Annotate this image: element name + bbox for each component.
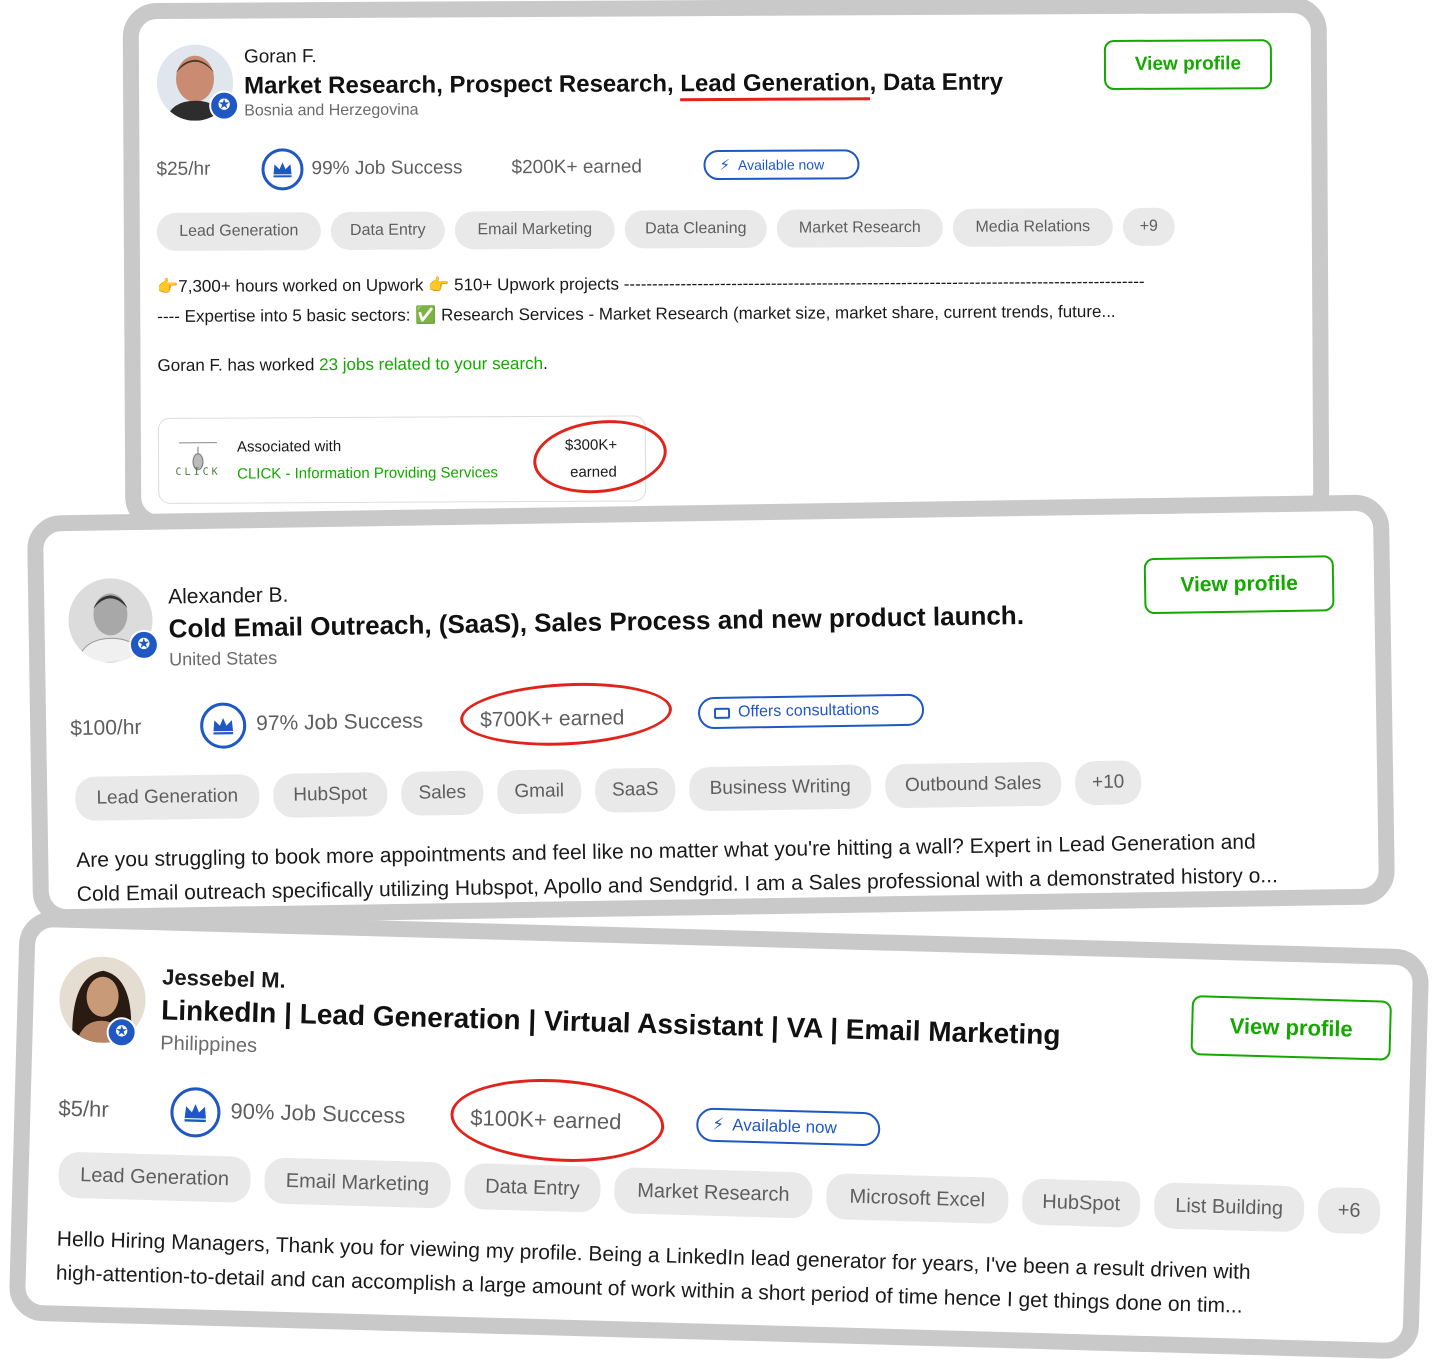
title-highlight-lead-generation: Lead Generation (680, 69, 870, 102)
availability-badge: ⚡ Available now (703, 149, 860, 181)
avatar[interactable]: ✪ (58, 955, 147, 1048)
skill-tag[interactable]: Business Writing (688, 764, 872, 812)
verified-badge-icon: ✪ (209, 90, 240, 121)
jobs-related-text: Goran F. has worked 23 jobs related to y… (157, 353, 548, 375)
freelancer-name[interactable]: Alexander B. (168, 584, 289, 610)
profile-description-line: Cold Email outreach specifically utilizi… (76, 864, 1278, 906)
hourly-rate: $25/hr (156, 158, 211, 180)
skill-tag[interactable]: Data Cleaning (624, 209, 767, 249)
skill-tag[interactable]: Gmail (496, 769, 582, 815)
freelancer-title: Cold Email Outreach, (SaaS), Sales Proce… (168, 600, 1025, 644)
avatar[interactable]: ✪ (67, 577, 160, 664)
skill-tag[interactable]: Data Entry (463, 1162, 602, 1213)
total-earned: $700K+ earned (479, 706, 625, 732)
agency-logo: CLICK (173, 435, 223, 485)
freelancer-title: Market Research, Prospect Research, Lead… (243, 68, 1004, 102)
freelancer-location: Philippines (160, 1032, 258, 1058)
skill-tag[interactable]: List Building (1153, 1182, 1305, 1233)
lightning-icon: ⚡ (712, 1114, 725, 1135)
skill-tag[interactable]: Market Research (776, 208, 943, 248)
skill-tag[interactable]: Lead Generation (57, 1151, 252, 1203)
hourly-rate: $100/hr (70, 715, 142, 741)
freelancer-card-alexander: ✪ Alexander B. Cold Email Outreach, (Saa… (26, 494, 1396, 926)
skill-tag[interactable]: Sales (400, 770, 484, 816)
lightning-icon: ⚡ (719, 156, 731, 175)
associated-with-label: Associated with (236, 438, 342, 456)
skill-tag[interactable]: Market Research (613, 1167, 813, 1219)
skill-tag[interactable]: Email Marketing (454, 210, 615, 250)
verified-badge-icon: ✪ (128, 629, 160, 661)
jobs-related-link[interactable]: 23 jobs related to your search (319, 354, 543, 374)
skill-tag[interactable]: SaaS (594, 767, 676, 813)
profile-description-line: ---- Expertise into 5 basic sectors: ✅ R… (157, 301, 1116, 326)
skill-tag[interactable]: Lead Generation (74, 774, 260, 821)
more-skills-tag[interactable]: +9 (1122, 207, 1175, 246)
total-earned: $200K+ earned (511, 156, 643, 179)
skill-tag[interactable]: Microsoft Excel (825, 1173, 1009, 1225)
skill-tag[interactable]: Outbound Sales (884, 761, 1062, 809)
skill-tag[interactable]: HubSpot (272, 772, 388, 818)
skill-tag[interactable]: HubSpot (1021, 1178, 1141, 1228)
freelancer-name[interactable]: Goran F. (244, 46, 317, 68)
skill-tag[interactable]: Email Marketing (263, 1157, 452, 1209)
hourly-rate: $5/hr (58, 1095, 109, 1122)
agency-name-link[interactable]: CLICK - Information Providing Services (237, 464, 498, 482)
skill-tag[interactable]: Media Relations (952, 207, 1113, 247)
freelancer-title: LinkedIn | Lead Generation | Virtual Ass… (160, 994, 1061, 1051)
freelancer-location: Bosnia and Herzegovina (244, 101, 419, 120)
freelancer-name[interactable]: Jessebel M. (162, 964, 286, 993)
avatar[interactable]: ✪ (156, 44, 240, 121)
job-success-crown-icon (261, 148, 304, 191)
availability-badge: ⚡ Available now (695, 1107, 881, 1147)
agency-association-box[interactable]: CLICK Associated with CLICK - Informatio… (157, 415, 647, 504)
view-profile-button[interactable]: View profile (1143, 555, 1335, 615)
job-success: 97% Job Success (255, 709, 424, 736)
skill-tag[interactable]: Lead Generation (156, 212, 321, 251)
skill-tag[interactable]: Data Entry (330, 211, 445, 251)
view-profile-button[interactable]: View profile (1190, 995, 1393, 1061)
agency-earned-label: earned (570, 463, 617, 481)
agency-earned-amount: $300K+ (564, 436, 618, 454)
more-skills-tag[interactable]: +10 (1074, 760, 1142, 806)
job-success-crown-icon (199, 702, 247, 750)
freelancer-card-goran: ✪ Goran F. Market Research, Prospect Res… (122, 0, 1330, 532)
freelancer-location: United States (168, 647, 278, 670)
video-camera-icon (713, 707, 731, 719)
job-success-crown-icon (169, 1086, 222, 1139)
more-skills-tag[interactable]: +6 (1317, 1186, 1381, 1235)
verified-badge-icon: ✪ (106, 1016, 138, 1048)
total-earned: $100K+ earned (470, 1105, 622, 1135)
profile-description-line: 👉7,300+ hours worked on Upwork 👉 510+ Up… (157, 271, 1145, 296)
view-profile-button[interactable]: View profile (1103, 39, 1273, 91)
freelancer-card-jessebel: ✪ Jessebel M. LinkedIn | Lead Generation… (8, 910, 1430, 1360)
job-success: 90% Job Success (230, 1098, 406, 1129)
consultation-badge: Offers consultations (697, 693, 925, 730)
job-success: 99% Job Success (311, 157, 463, 180)
